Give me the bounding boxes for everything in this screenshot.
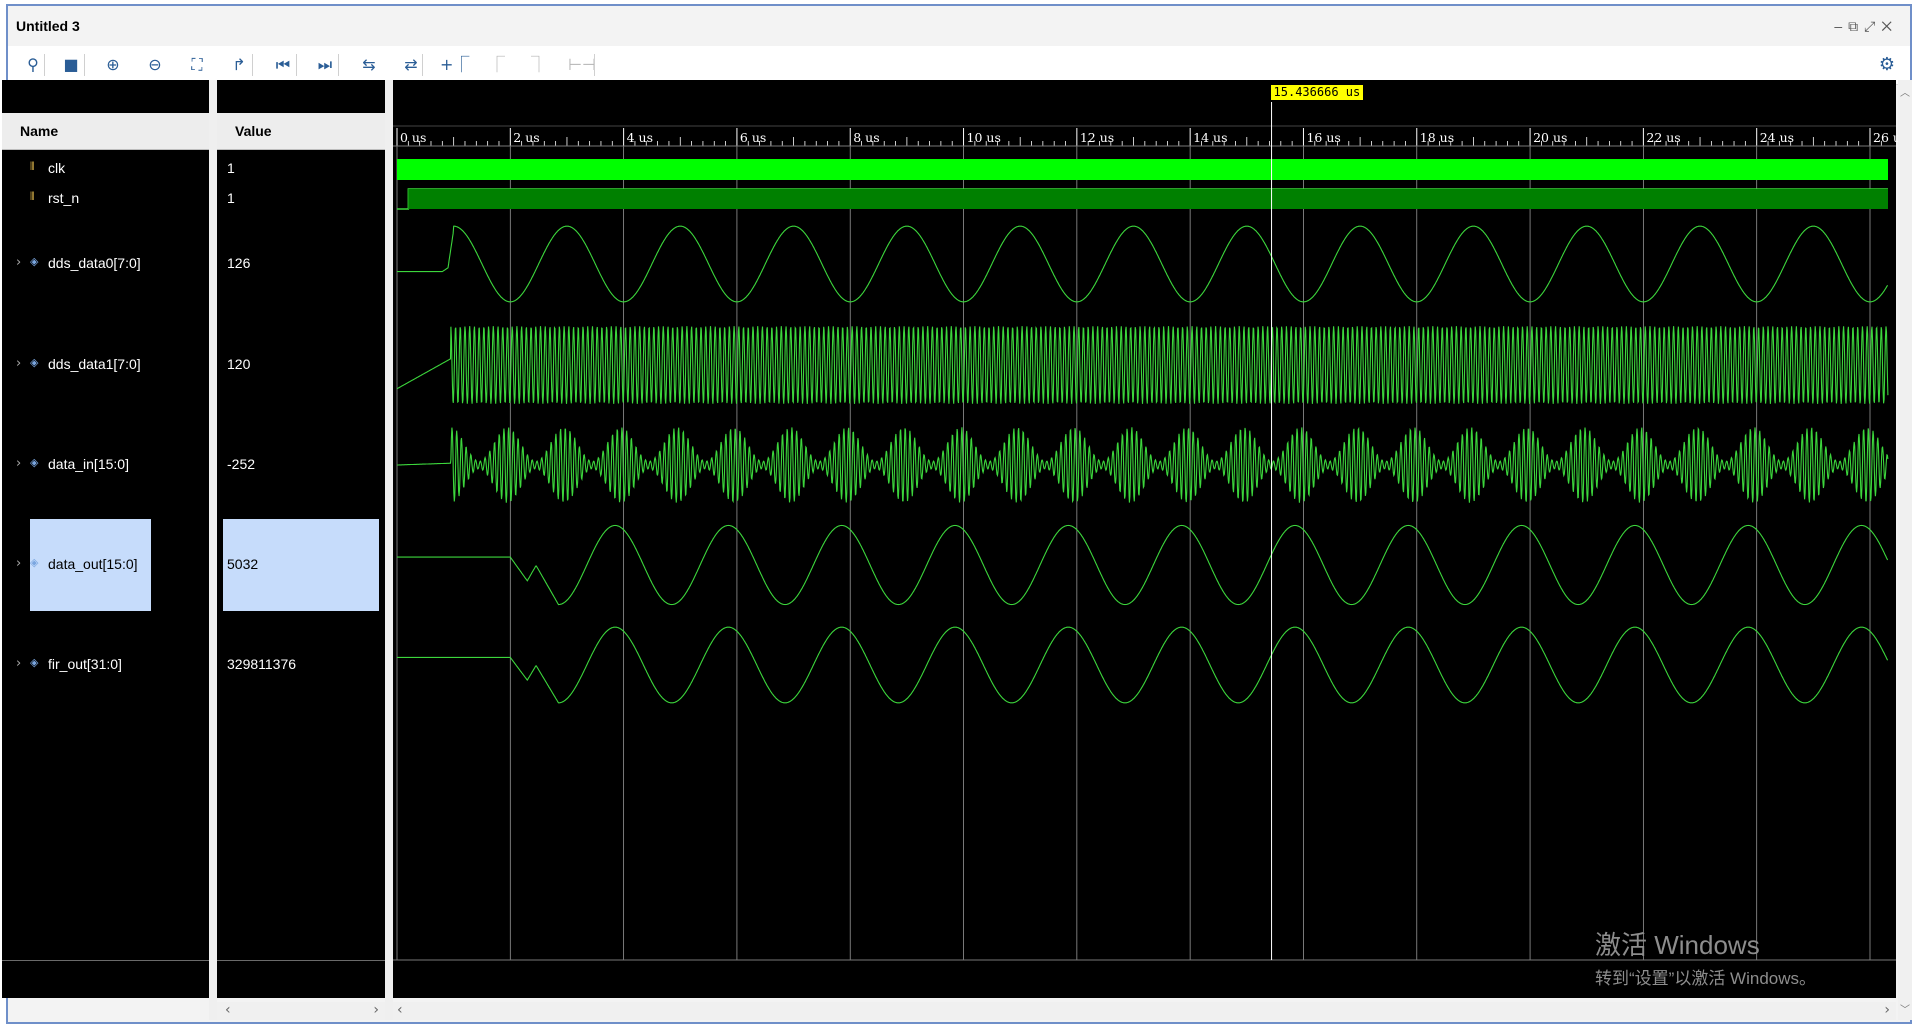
time-tick-label: 20 us	[1533, 130, 1568, 145]
time-tick-label: 4 us	[626, 130, 654, 145]
time-tick-label: 10 us	[966, 130, 1001, 145]
activation-watermark: 激活 Windows 转到“设置”以激活 Windows。	[1595, 925, 1816, 989]
next-transition-icon[interactable]: ⇄	[398, 52, 424, 78]
bus-signal-icon: ◈	[30, 356, 39, 369]
zoom-in-icon[interactable]: ⊕	[100, 52, 126, 78]
dds-data0-wave	[397, 225, 1889, 303]
restore-icon[interactable]: ⧉	[1848, 18, 1864, 34]
toolbar-separator	[44, 54, 45, 76]
go-to-cursor-icon[interactable]: ↱	[226, 52, 252, 78]
clk-wave	[397, 159, 1888, 180]
toolbar-separator	[296, 54, 297, 76]
add-marker-icon[interactable]: +⎾	[440, 52, 469, 78]
signal-name: fir_out[31:0]	[48, 656, 122, 672]
signal-value: 5032	[227, 556, 259, 572]
next-marker-icon[interactable]: ⏋	[526, 52, 552, 78]
signal-name: clk	[48, 160, 66, 176]
signal-names-panel: Name ⫴ clk ⫴ rst_n › ◈ dds_data0[7:0] › ◈ dds_dat…	[2, 80, 209, 998]
panel-splitter[interactable]	[385, 80, 393, 1020]
swap-cursors-icon[interactable]: ⊢⊣	[568, 52, 596, 78]
go-to-time-zero-icon[interactable]: ⏮	[270, 52, 296, 78]
maximize-icon[interactable]: ⤢	[1864, 18, 1881, 34]
window-title: Untitled 3	[16, 18, 80, 34]
toolbar-separator	[84, 54, 85, 76]
expand-chevron-icon[interactable]: ›	[16, 456, 21, 471]
rst-n-high-fill	[408, 189, 1888, 209]
expand-chevron-icon[interactable]: ›	[16, 255, 21, 270]
bit-signal-icon: ⫴	[30, 160, 35, 173]
time-tick-label: 6 us	[739, 130, 767, 145]
signal-row-dds-data0[interactable]: › ◈ dds_data0[7:0]	[2, 255, 209, 273]
time-tick-label: 22 us	[1646, 130, 1681, 145]
cursor-time-label[interactable]: 15.436666 us	[1270, 85, 1364, 100]
vertical-scrollbar[interactable]: ︿ ﹀	[1898, 80, 1912, 1020]
signal-name: dds_data0[7:0]	[48, 255, 141, 271]
data-out-wave	[397, 524, 1889, 606]
value-column-header[interactable]: Value	[217, 113, 385, 150]
previous-marker-icon[interactable]: ⎾	[484, 52, 510, 78]
signal-value: 329811376	[227, 656, 297, 672]
signal-row-fir-out[interactable]: › ◈ fir_out[31:0]	[2, 656, 209, 674]
signal-name: data_in[15:0]	[48, 456, 129, 472]
values-horizontal-scrollbar[interactable]: ‹ ›	[217, 1002, 385, 1020]
time-tick-label: 8 us	[853, 130, 880, 145]
wave-horizontal-scrollbar[interactable]: ‹ ›	[393, 1002, 1896, 1020]
signal-value: 126	[227, 255, 251, 271]
time-tick-label: 0 us	[400, 130, 427, 145]
expand-chevron-icon[interactable]: ›	[16, 556, 21, 571]
zoom-out-icon[interactable]: ⊖	[142, 52, 168, 78]
signal-value: -252	[227, 456, 256, 472]
search-icon[interactable]: ⚲	[20, 52, 46, 78]
panel-splitter[interactable]	[209, 80, 217, 1020]
bit-signal-icon: ⫴	[30, 190, 35, 203]
bus-signal-icon: ◈	[30, 656, 39, 669]
time-tick-label: 2 us	[513, 130, 540, 145]
signal-row-data-in[interactable]: › ◈ data_in[15:0]	[2, 456, 209, 474]
go-to-last-time-icon[interactable]: ⏭	[312, 52, 338, 78]
previous-transition-icon[interactable]: ⇆	[356, 52, 382, 78]
watermark-line1: 激活 Windows	[1595, 930, 1760, 960]
signal-row-data-out[interactable]: › ◈ data_out[15:0]	[2, 556, 209, 574]
minimize-icon[interactable]: ‒	[1834, 18, 1848, 34]
toolbar-separator	[422, 54, 423, 76]
signal-values-panel: Value 1 1 126 120 -252 5032 329811376	[217, 80, 385, 998]
signal-name: rst_n	[48, 190, 80, 206]
signal-value: 1	[227, 160, 235, 176]
signal-name: data_out[15:0]	[48, 556, 138, 572]
bus-signal-icon: ◈	[30, 456, 39, 469]
time-tick-label: 18 us	[1419, 130, 1455, 145]
name-column-header[interactable]: Name	[2, 113, 209, 150]
waveform-viewer[interactable]: 0 us 2 us 4 us 6 us 8 us 10 us 12 us 14 us 16 us…	[393, 80, 1907, 998]
signal-row-dds-data1[interactable]: › ◈ dds_data1[7:0]	[2, 356, 209, 374]
signal-value: 120	[227, 356, 251, 372]
toolbar-separator	[594, 54, 595, 76]
time-tick-label: 24 us	[1759, 130, 1795, 145]
time-tick-label: 14 us	[1193, 130, 1228, 145]
bus-signal-icon: ◈	[30, 255, 39, 268]
expand-chevron-icon[interactable]: ›	[16, 656, 21, 671]
window-controls[interactable]: ‒⧉⤢✕	[1834, 18, 1898, 35]
gear-icon[interactable]: ⚙	[1874, 52, 1900, 78]
time-tick-label: 16 us	[1306, 130, 1341, 145]
expand-chevron-icon[interactable]: ›	[16, 356, 21, 371]
bus-signal-icon: ◈	[30, 556, 39, 569]
toolbar-separator	[252, 54, 253, 76]
values-footer-divider	[217, 960, 385, 961]
dds-data1-wave	[396, 325, 1889, 405]
names-footer-divider	[2, 960, 209, 961]
watermark-line2: 转到“设置”以激活 Windows。	[1595, 969, 1817, 988]
signal-value: 1	[227, 190, 235, 206]
fir-out-wave	[397, 626, 1889, 704]
close-icon[interactable]: ✕	[1881, 18, 1898, 34]
signal-row-rst-n[interactable]: ⫴ rst_n	[2, 190, 209, 208]
signal-row-clk[interactable]: ⫴ clk	[2, 160, 209, 178]
time-tick-label: 12 us	[1079, 130, 1115, 145]
toolbar-separator	[338, 54, 339, 76]
save-icon[interactable]: ■	[58, 52, 84, 78]
zoom-fit-icon[interactable]: ⛶	[184, 52, 210, 78]
signal-name: dds_data1[7:0]	[48, 356, 141, 372]
title-bar: Untitled 3 ‒⧉⤢✕	[8, 6, 1910, 46]
waveform-canvas[interactable]	[393, 80, 1896, 998]
data-in-wave	[397, 426, 1889, 504]
